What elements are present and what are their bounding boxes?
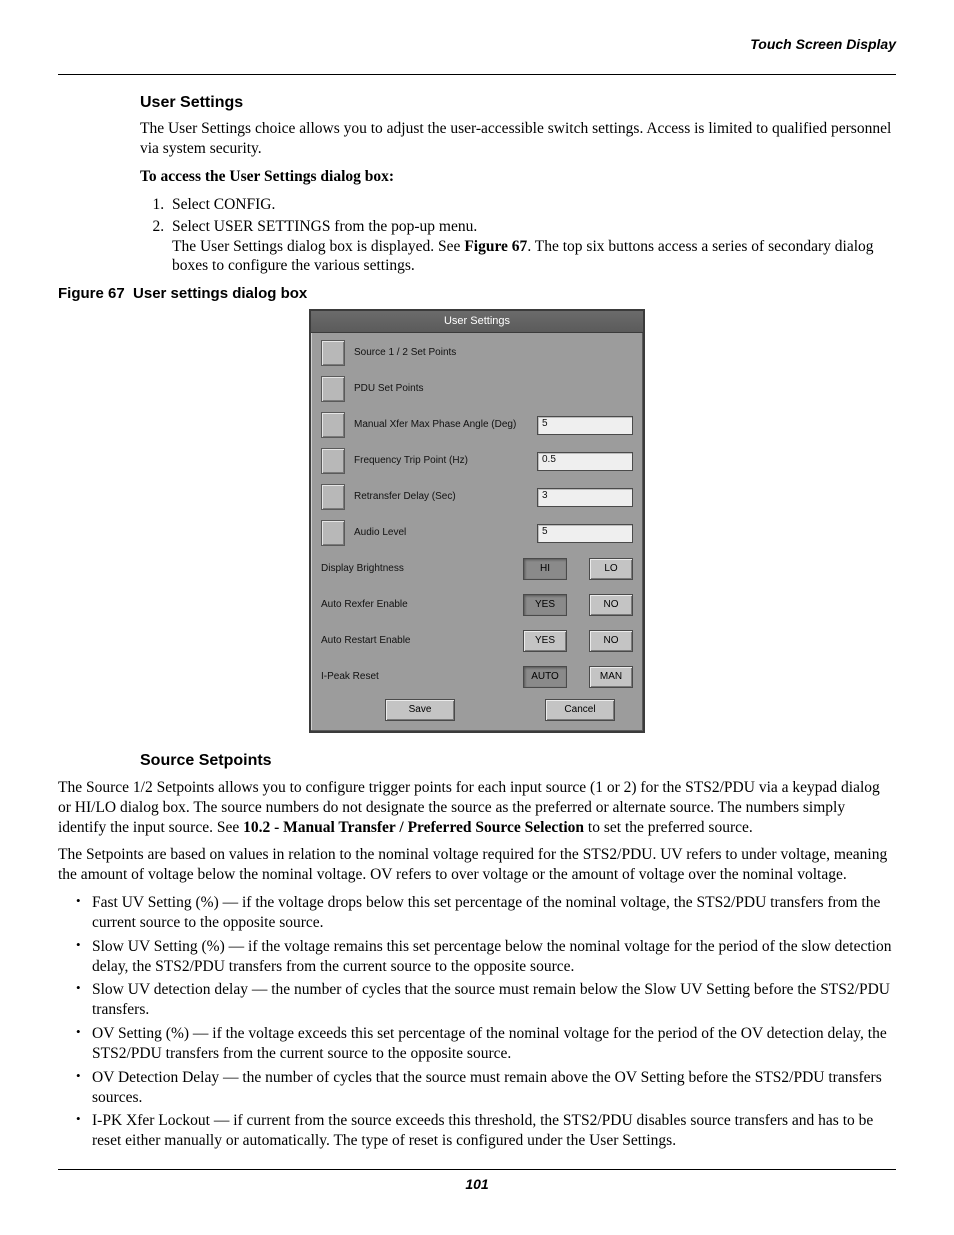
freq-trip-button[interactable] — [321, 448, 345, 474]
save-button[interactable]: Save — [385, 699, 455, 721]
pdu-setpoints-label: PDU Set Points — [354, 383, 633, 396]
bullet-slow-uv: Slow UV Setting (%) — if the voltage rem… — [80, 937, 896, 977]
bullet-ov: OV Setting (%) — if the voltage exceeds … — [80, 1024, 896, 1064]
top-rule — [58, 74, 896, 75]
retransfer-button[interactable] — [321, 484, 345, 510]
sp-p1-post: to set the preferred source. — [584, 819, 753, 836]
running-head: Touch Screen Display — [58, 36, 896, 54]
auto-restart-no-button[interactable]: NO — [589, 630, 633, 652]
auto-rexfer-yes-button[interactable]: YES — [523, 594, 567, 616]
ipeak-label: I-Peak Reset — [321, 671, 523, 684]
bullet-ov-delay: OV Detection Delay — the number of cycle… — [80, 1068, 896, 1108]
sp-p1-ref: 10.2 - Manual Transfer / Preferred Sourc… — [243, 819, 584, 836]
pdu-setpoints-button[interactable] — [321, 376, 345, 402]
user-settings-intro: The User Settings choice allows you to a… — [140, 119, 896, 159]
brightness-label: Display Brightness — [321, 563, 523, 576]
freq-trip-value[interactable]: 0.5 — [537, 452, 633, 471]
row-auto-restart: Auto Restart Enable YES NO — [321, 627, 633, 655]
page-number: 101 — [58, 1176, 896, 1194]
row-brightness: Display Brightness HI LO — [321, 555, 633, 583]
row-retransfer: Retransfer Delay (Sec) 3 — [321, 483, 633, 511]
user-settings-heading: User Settings — [140, 93, 896, 113]
source-setpoints-button[interactable] — [321, 340, 345, 366]
ipeak-auto-button[interactable]: AUTO — [523, 666, 567, 688]
source-setpoints-p1: The Source 1/2 Setpoints allows you to c… — [58, 778, 896, 837]
audio-button[interactable] — [321, 520, 345, 546]
brightness-lo-button[interactable]: LO — [589, 558, 633, 580]
audio-label: Audio Level — [354, 527, 537, 540]
bullet-ipk-lockout: I-PK Xfer Lockout — if current from the … — [80, 1111, 896, 1151]
bullet-slow-uv-delay: Slow UV detection delay — the number of … — [80, 980, 896, 1020]
setpoint-bullets: Fast UV Setting (%) — if the voltage dro… — [58, 893, 896, 1151]
retransfer-value[interactable]: 3 — [537, 488, 633, 507]
row-auto-rexfer: Auto Rexfer Enable YES NO — [321, 591, 633, 619]
row-manual-xfer: Manual Xfer Max Phase Angle (Deg) 5 — [321, 411, 633, 439]
ipeak-man-button[interactable]: MAN — [589, 666, 633, 688]
audio-value[interactable]: 5 — [537, 524, 633, 543]
row-pdu-setpoints: PDU Set Points — [321, 375, 633, 403]
freq-trip-label: Frequency Trip Point (Hz) — [354, 455, 537, 468]
figure-caption: Figure 67 User settings dialog box — [58, 284, 896, 303]
auto-rexfer-no-button[interactable]: NO — [589, 594, 633, 616]
auto-restart-yes-button[interactable]: YES — [523, 630, 567, 652]
retransfer-label: Retransfer Delay (Sec) — [354, 491, 537, 504]
step-2: Select USER SETTINGS from the pop-up men… — [168, 217, 896, 276]
manual-xfer-button[interactable] — [321, 412, 345, 438]
bottom-rule — [58, 1169, 896, 1170]
bullet-fast-uv: Fast UV Setting (%) — if the voltage dro… — [80, 893, 896, 933]
manual-xfer-value[interactable]: 5 — [537, 416, 633, 435]
step-2b-figref: Figure 67 — [464, 238, 527, 255]
source-setpoints-p2: The Setpoints are based on values in rel… — [58, 845, 896, 885]
cancel-button[interactable]: Cancel — [545, 699, 615, 721]
row-freq-trip: Frequency Trip Point (Hz) 0.5 — [321, 447, 633, 475]
step-2a: Select USER SETTINGS from the pop-up men… — [172, 218, 477, 235]
source-setpoints-heading: Source Setpoints — [140, 751, 896, 771]
user-settings-dialog: User Settings Source 1 / 2 Set Points PD… — [309, 309, 645, 733]
auto-rexfer-label: Auto Rexfer Enable — [321, 599, 523, 612]
figure-title: User settings dialog box — [133, 285, 307, 302]
access-steps: Select CONFIG. Select USER SETTINGS from… — [140, 195, 896, 276]
step-2b: The User Settings dialog box is displaye… — [172, 237, 896, 277]
source-setpoints-label: Source 1 / 2 Set Points — [354, 347, 633, 360]
step-2b-pre: The User Settings dialog box is displaye… — [172, 238, 464, 255]
dialog-title: User Settings — [311, 311, 643, 333]
access-heading: To access the User Settings dialog box: — [140, 167, 896, 187]
step-1: Select CONFIG. — [168, 195, 896, 215]
figure-number: Figure 67 — [58, 285, 125, 302]
manual-xfer-label: Manual Xfer Max Phase Angle (Deg) — [354, 419, 537, 432]
brightness-hi-button[interactable]: HI — [523, 558, 567, 580]
row-ipeak: I-Peak Reset AUTO MAN — [321, 663, 633, 691]
row-source-setpoints: Source 1 / 2 Set Points — [321, 339, 633, 367]
row-audio: Audio Level 5 — [321, 519, 633, 547]
auto-restart-label: Auto Restart Enable — [321, 635, 523, 648]
